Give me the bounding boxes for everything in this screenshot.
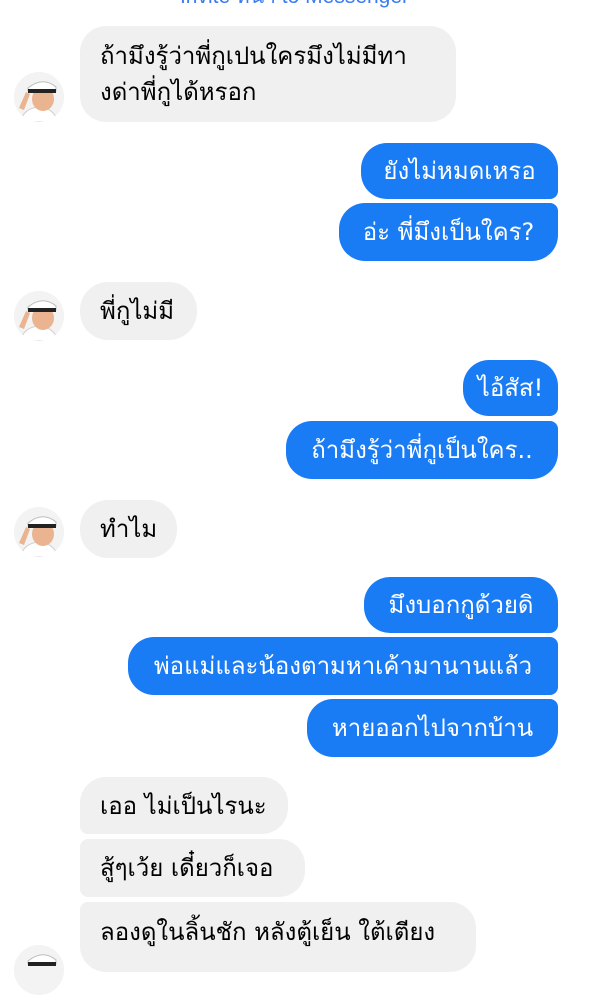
message-text: มึงบอกกูด้วยดิ: [388, 591, 534, 619]
outgoing-message-bubble[interactable]: พ่อแม่และน้องตามหาเค้ามานานแล้ว: [128, 637, 558, 695]
message-text: อ่ะ พี่มึงเป็นใคร?: [362, 218, 535, 246]
message-text: ลองดูในลิ้นชัก หลังตู้เย็น ใต้เตียง: [100, 918, 436, 946]
message-text: พ่อแม่และน้องตามหาเค้ามานานแล้ว: [153, 652, 533, 680]
incoming-message-bubble[interactable]: สู้ๆเว้ย เดี๋ยวก็เจอ: [80, 839, 305, 897]
message-text: ถ้ามึงรู้ว่าพี่กูเป็นใคร..: [311, 436, 533, 464]
outgoing-message-bubble[interactable]: มึงบอกกูด้วยดิ: [364, 577, 558, 633]
outgoing-message-bubble[interactable]: อ่ะ พี่มึงเป็นใคร?: [339, 203, 558, 261]
contact-avatar[interactable]: [14, 507, 64, 557]
outgoing-message-bubble[interactable]: ยังไม่หมดเหรอ: [361, 143, 558, 199]
message-text: หายออกไปจากบ้าน: [331, 714, 534, 742]
outgoing-message-bubble[interactable]: ไอ้สัส!: [463, 360, 558, 416]
message-text: สู้ๆเว้ย เดี๋ยวก็เจอ: [100, 854, 274, 882]
message-text-line: ถ้ามึงรู้ว่าพี่กูเปนใครมึงไม่มีทา: [100, 42, 407, 70]
message-text: เออ ไม่เป็นไรนะ: [100, 791, 267, 820]
incoming-message-bubble[interactable]: เออ ไม่เป็นไรนะ: [80, 777, 288, 834]
message-text-line: งด่าพี่กูได้หรอก: [100, 78, 257, 106]
captain-hat-man-avatar-icon: [14, 945, 64, 995]
message-text: ยังไม่หมดเหรอ: [383, 157, 536, 185]
outgoing-message-bubble[interactable]: หายออกไปจากบ้าน: [307, 699, 558, 757]
incoming-message-bubble[interactable]: พี่กูไม่มี: [80, 282, 197, 340]
contact-avatar[interactable]: [14, 72, 64, 122]
captain-hat-man-avatar-icon: [14, 507, 64, 557]
incoming-message-bubble[interactable]: ถ้ามึงรู้ว่าพี่กูเปนใครมึงไม่มีทา งด่าพี…: [80, 26, 456, 122]
incoming-message-bubble[interactable]: ลองดูในลิ้นชัก หลังตู้เย็น ใต้เตียง: [80, 902, 476, 972]
contact-avatar[interactable]: [14, 291, 64, 341]
captain-hat-man-avatar-icon: [14, 72, 64, 122]
outgoing-message-bubble[interactable]: ถ้ามึงรู้ว่าพี่กูเป็นใคร..: [286, 421, 558, 479]
invite-to-messenger-link[interactable]: Invite หน้า to Messenger: [0, 0, 589, 8]
message-text: ไอ้สัส!: [477, 374, 544, 402]
incoming-message-bubble[interactable]: ทำไม: [80, 500, 177, 558]
captain-hat-man-avatar-icon: [14, 291, 64, 341]
message-text: พี่กูไม่มี: [100, 297, 175, 325]
contact-avatar[interactable]: [14, 945, 64, 995]
message-text: ทำไม: [100, 515, 158, 543]
